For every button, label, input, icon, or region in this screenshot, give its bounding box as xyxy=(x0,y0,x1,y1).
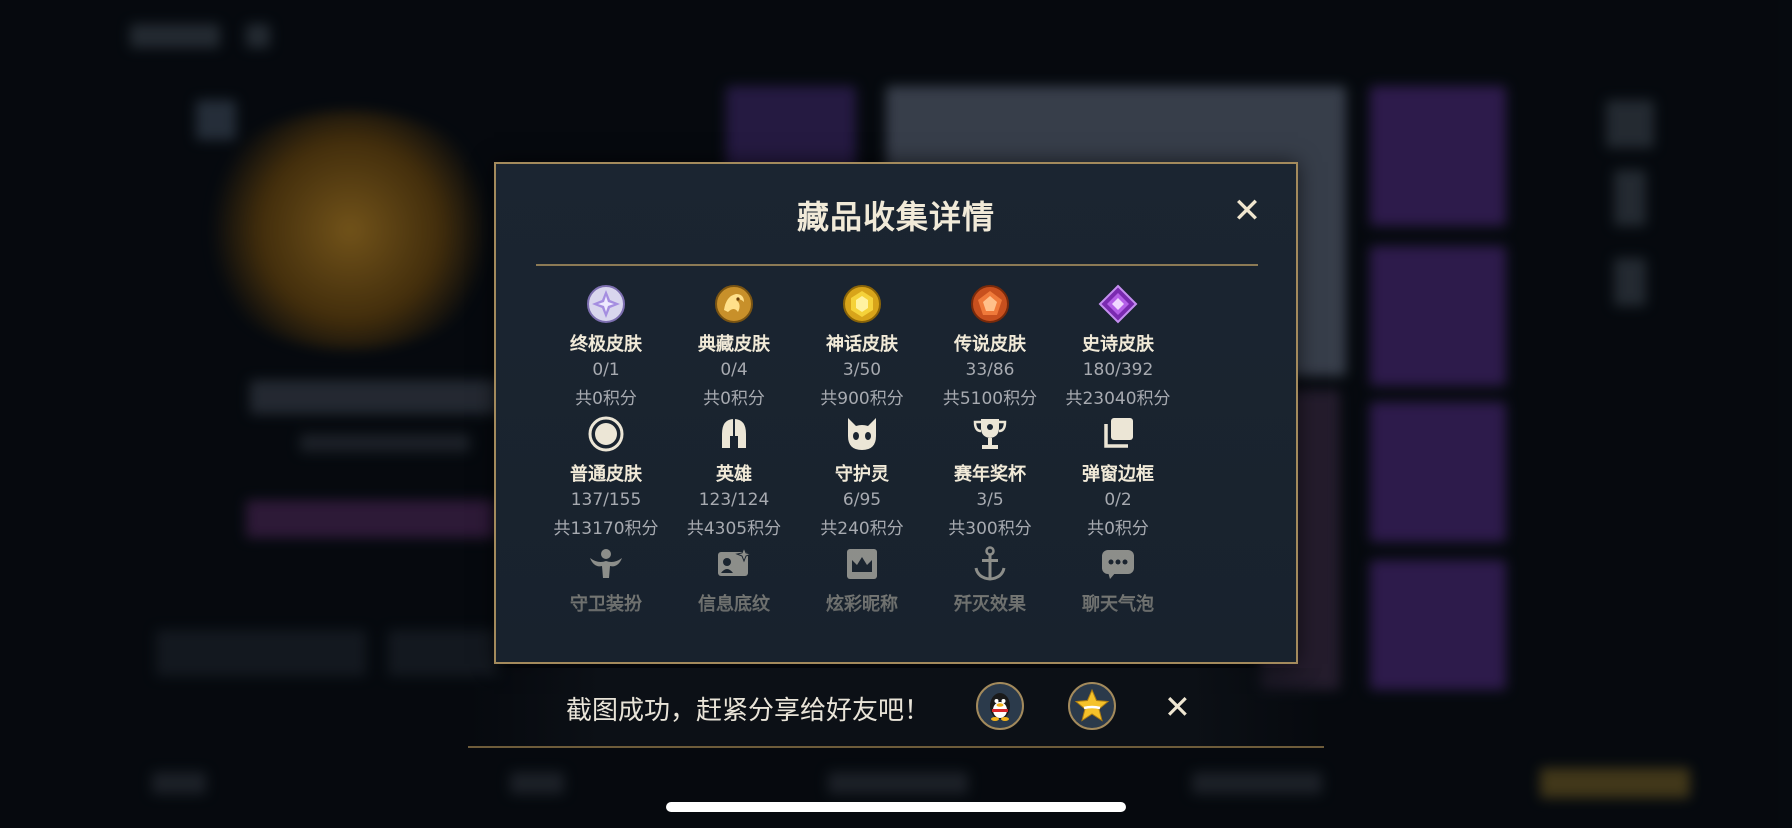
item-points: 共900积分 xyxy=(820,389,904,409)
item-points: 共23040积分 xyxy=(1065,389,1171,409)
item-name: 赛年奖杯 xyxy=(954,464,1026,485)
item-name: 信息底纹 xyxy=(698,594,770,615)
circle-icon xyxy=(588,416,624,452)
item-name: 守卫装扮 xyxy=(570,594,642,615)
item-points: 共0积分 xyxy=(1087,519,1149,539)
epic-gem-icon xyxy=(1098,284,1138,324)
collection-item-colorful-nickname[interactable]: 炫彩昵称 xyxy=(792,544,932,616)
item-count: 3/50 xyxy=(842,360,882,380)
item-points: 共5100积分 xyxy=(942,389,1038,409)
item-name: 神话皮肤 xyxy=(826,334,898,355)
item-points: 共300积分 xyxy=(948,519,1032,539)
item-points: 共240积分 xyxy=(820,519,904,539)
item-count: 0/1 xyxy=(592,360,620,380)
item-points: 共0积分 xyxy=(703,389,765,409)
close-share-button[interactable]: ✕ xyxy=(1164,688,1191,726)
item-name: 典藏皮肤 xyxy=(698,334,770,355)
frame-icon xyxy=(1104,418,1133,448)
collection-details-modal: 藏品收集详情 ✕ 终极皮肤 0/1 共0积分 典藏皮肤 0/4 共0积分 神话皮… xyxy=(494,162,1298,664)
item-points: 共13170积分 xyxy=(553,519,659,539)
collection-item-normal-skin[interactable]: 普通皮肤 137/155 共13170积分 xyxy=(536,414,676,539)
item-name: 守护灵 xyxy=(835,464,889,485)
collection-item-ultimate-skin[interactable]: 终极皮肤 0/1 共0积分 xyxy=(536,284,676,409)
trophy-icon xyxy=(973,419,1007,449)
item-name: 歼灭效果 xyxy=(954,594,1026,615)
dragon-emblem-icon xyxy=(715,285,753,323)
share-qq-button[interactable] xyxy=(976,682,1024,730)
card-pattern-icon xyxy=(718,546,753,576)
chat-bubble-icon xyxy=(1102,550,1134,579)
collection-item-treasure-skin[interactable]: 典藏皮肤 0/4 共0积分 xyxy=(664,284,804,409)
item-name: 英雄 xyxy=(716,464,752,485)
close-modal-button[interactable]: ✕ xyxy=(1230,194,1264,228)
item-count: 137/155 xyxy=(570,490,642,510)
collection-row-skins-rare: 终极皮肤 0/1 共0积分 典藏皮肤 0/4 共0积分 神话皮肤 3/50 共9… xyxy=(536,284,1260,414)
item-name: 传说皮肤 xyxy=(954,334,1026,355)
collection-item-chat-bubble[interactable]: 聊天气泡 xyxy=(1048,544,1188,616)
collection-item-hero[interactable]: 英雄 123/124 共4305积分 xyxy=(664,414,804,539)
collection-item-annihilation-effect[interactable]: 歼灭效果 xyxy=(920,544,1060,616)
qq-penguin-icon xyxy=(990,693,1010,721)
item-count: 6/95 xyxy=(842,490,882,510)
collection-item-guardian-spirit[interactable]: 守护灵 6/95 共240积分 xyxy=(792,414,932,539)
collection-item-info-pattern[interactable]: 信息底纹 xyxy=(664,544,804,616)
ultimate-gem-icon xyxy=(587,285,625,323)
guardian-outfit-icon xyxy=(590,549,622,578)
collection-item-popup-frame[interactable]: 弹窗边框 0/2 共0积分 xyxy=(1048,414,1188,539)
crown-card-icon xyxy=(847,549,877,579)
legend-gem-icon xyxy=(971,285,1009,323)
anchor-icon xyxy=(974,546,1006,581)
item-name: 弹窗边框 xyxy=(1082,464,1154,485)
item-count: 33/86 xyxy=(965,360,1015,380)
item-count: 0/4 xyxy=(720,360,748,380)
item-name: 聊天气泡 xyxy=(1082,594,1154,615)
collection-grid: 终极皮肤 0/1 共0积分 典藏皮肤 0/4 共0积分 神话皮肤 3/50 共9… xyxy=(536,284,1260,674)
item-count: 3/5 xyxy=(976,490,1004,510)
spirit-icon xyxy=(848,418,876,450)
item-points: 共0积分 xyxy=(575,389,637,409)
item-name: 终极皮肤 xyxy=(570,334,642,355)
share-message: 截图成功，赶紧分享给好友吧！ xyxy=(566,696,931,726)
item-name: 史诗皮肤 xyxy=(1082,334,1154,355)
collection-item-myth-skin[interactable]: 神话皮肤 3/50 共900积分 xyxy=(792,284,932,409)
item-count: 123/124 xyxy=(698,490,770,510)
title-divider xyxy=(536,264,1258,266)
item-points: 共4305积分 xyxy=(686,519,782,539)
collection-row-cosmetics: 守卫装扮 信息底纹 炫彩昵称 歼灭效果 聊天气泡 xyxy=(536,544,1260,674)
item-name: 炫彩昵称 xyxy=(826,594,898,615)
item-count: 180/392 xyxy=(1082,360,1154,380)
home-indicator[interactable] xyxy=(666,802,1126,812)
collection-item-guardian-outfit[interactable]: 守卫装扮 xyxy=(536,544,676,616)
screenshot-share-bar: 截图成功，赶紧分享给好友吧！ ✕ xyxy=(468,668,1324,748)
collection-item-legend-skin[interactable]: 传说皮肤 33/86 共5100积分 xyxy=(920,284,1060,409)
share-qzone-button[interactable] xyxy=(1068,682,1116,730)
item-name: 普通皮肤 xyxy=(570,464,642,485)
modal-title: 藏品收集详情 xyxy=(796,198,995,236)
item-count: 0/2 xyxy=(1104,490,1132,510)
collection-row-general: 普通皮肤 137/155 共13170积分 英雄 123/124 共4305积分 xyxy=(536,414,1260,544)
myth-gem-icon xyxy=(843,285,881,323)
helmet-icon xyxy=(722,419,746,448)
qzone-star-icon xyxy=(1074,688,1110,722)
collection-item-season-trophy[interactable]: 赛年奖杯 3/5 共300积分 xyxy=(920,414,1060,539)
collection-item-epic-skin[interactable]: 史诗皮肤 180/392 共23040积分 xyxy=(1048,284,1188,409)
